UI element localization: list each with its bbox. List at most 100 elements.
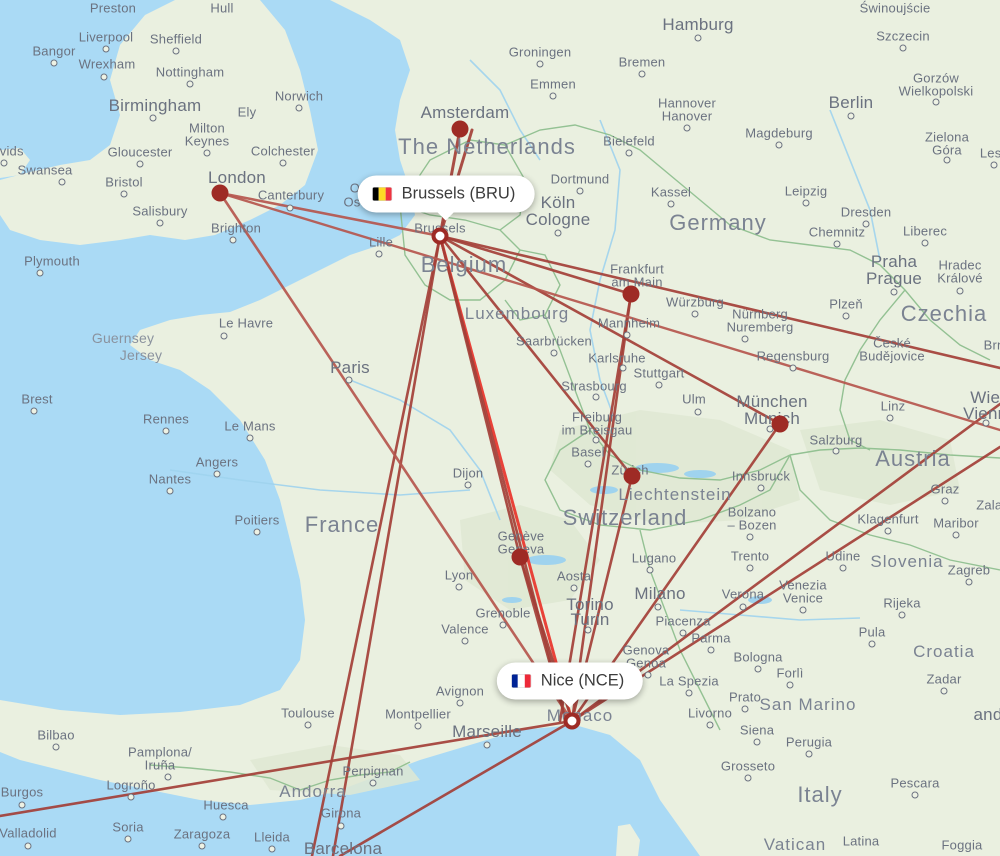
hub-marker-nice-hub[interactable] bbox=[563, 712, 581, 730]
city-dot-marker bbox=[839, 564, 847, 572]
city-dot-marker bbox=[739, 603, 747, 611]
city-dot-marker bbox=[58, 178, 66, 186]
city-dot-marker bbox=[219, 813, 227, 821]
city-dot-marker bbox=[52, 743, 60, 751]
city-dot-marker bbox=[100, 73, 108, 81]
city-dot-marker bbox=[746, 564, 754, 572]
airport-tooltip-label: Brussels (BRU) bbox=[401, 184, 516, 203]
airport-tooltip-brussels[interactable]: Brussels (BRU) bbox=[357, 175, 535, 221]
route-line[interactable] bbox=[0, 719, 574, 818]
city-dot-marker bbox=[164, 773, 172, 781]
city-dot-marker bbox=[136, 160, 144, 168]
city-dot-marker bbox=[746, 533, 754, 541]
city-dot-marker bbox=[644, 671, 652, 679]
city-dot-marker bbox=[842, 312, 850, 320]
airport-marker-zurich[interactable] bbox=[623, 467, 641, 485]
airport-marker-amsterdam[interactable] bbox=[451, 120, 469, 138]
city-dot-marker bbox=[832, 447, 840, 455]
route-line[interactable] bbox=[310, 234, 442, 856]
city-dot-marker bbox=[414, 722, 422, 730]
city-dot-marker bbox=[741, 335, 749, 343]
city-dot-marker bbox=[757, 484, 765, 492]
city-dot-marker bbox=[898, 611, 906, 619]
city-dot-marker bbox=[369, 779, 377, 787]
city-dot-marker bbox=[799, 606, 807, 614]
airport-marker-geneva[interactable] bbox=[511, 548, 529, 566]
city-dot-marker bbox=[554, 229, 562, 237]
city-dot-marker bbox=[941, 497, 949, 505]
city-dot-marker bbox=[868, 640, 876, 648]
city-dot-marker bbox=[965, 578, 973, 586]
flight-route-map[interactable]: Preston Hull Liverpool Sheffield Bangor Wrexh… bbox=[0, 0, 1000, 856]
city-dot-marker bbox=[943, 156, 951, 164]
city-dot-marker bbox=[940, 687, 948, 695]
city-dot-marker bbox=[654, 603, 662, 611]
city-dot-marker bbox=[102, 45, 110, 53]
city-dot-marker bbox=[149, 114, 157, 122]
city-dot-marker bbox=[120, 190, 128, 198]
route-line[interactable] bbox=[438, 234, 633, 296]
city-dot-marker bbox=[956, 287, 964, 295]
flag-icon-france bbox=[511, 674, 531, 688]
city-dot-marker bbox=[619, 364, 627, 372]
route-line[interactable] bbox=[218, 191, 1000, 432]
city-dot-marker bbox=[667, 200, 675, 208]
airport-marker-london[interactable] bbox=[211, 184, 229, 202]
city-dot-marker bbox=[536, 60, 544, 68]
city-dot-marker bbox=[753, 738, 761, 746]
route-line[interactable] bbox=[218, 191, 574, 723]
city-dot-marker bbox=[375, 250, 383, 258]
city-dot-marker bbox=[952, 531, 960, 539]
city-dot-marker bbox=[166, 487, 174, 495]
airport-tooltip-nice[interactable]: Nice (NCE) bbox=[496, 662, 644, 708]
city-dot-marker bbox=[172, 47, 180, 55]
route-line[interactable] bbox=[438, 234, 568, 723]
city-dot-marker bbox=[884, 527, 892, 535]
city-dot-marker bbox=[549, 92, 557, 100]
airport-marker-frankfurt[interactable] bbox=[622, 285, 640, 303]
city-dot-marker bbox=[623, 331, 631, 339]
city-dot-marker bbox=[694, 408, 702, 416]
city-dot-marker bbox=[268, 845, 276, 853]
city-dot-marker bbox=[220, 332, 228, 340]
city-dot-marker bbox=[921, 239, 929, 247]
city-dot-marker bbox=[685, 689, 693, 697]
city-dot-marker bbox=[694, 34, 702, 42]
city-dot-marker bbox=[18, 801, 26, 809]
city-dot-marker bbox=[592, 393, 600, 401]
route-line[interactable] bbox=[558, 292, 633, 723]
city-dot-marker bbox=[36, 269, 44, 277]
city-dot-marker bbox=[741, 705, 749, 713]
city-dot-marker bbox=[679, 629, 687, 637]
route-line[interactable] bbox=[438, 234, 1000, 370]
city-dot-marker bbox=[295, 104, 303, 112]
route-lines-layer bbox=[0, 127, 1000, 856]
city-dot-marker bbox=[754, 665, 762, 673]
city-dot-marker bbox=[847, 112, 855, 120]
city-dot-marker bbox=[198, 842, 206, 850]
airport-marker-munich[interactable] bbox=[771, 415, 789, 433]
city-dot-marker bbox=[833, 240, 841, 248]
route-line[interactable] bbox=[438, 234, 782, 426]
city-dot-marker bbox=[464, 481, 472, 489]
city-dot-marker bbox=[911, 791, 919, 799]
city-dot-marker bbox=[156, 219, 164, 227]
city-dot-marker bbox=[706, 721, 714, 729]
airport-tooltip-label: Nice (NCE) bbox=[540, 671, 625, 690]
route-line[interactable] bbox=[331, 234, 442, 856]
city-dot-marker bbox=[592, 436, 600, 444]
route-line[interactable] bbox=[570, 292, 633, 723]
city-dot-marker bbox=[483, 741, 491, 749]
city-dot-marker bbox=[499, 621, 507, 629]
city-dot-marker bbox=[461, 637, 469, 645]
city-dot-marker bbox=[246, 434, 254, 442]
city-dot-marker bbox=[162, 427, 170, 435]
city-dot-marker bbox=[213, 470, 221, 478]
city-dot-marker bbox=[982, 419, 990, 427]
city-dot-marker bbox=[890, 288, 898, 296]
city-dot-marker bbox=[124, 835, 132, 843]
city-dot-marker bbox=[932, 98, 940, 106]
city-dot-marker bbox=[990, 161, 998, 169]
city-dot-marker bbox=[625, 149, 633, 157]
hub-marker-brussels-hub[interactable] bbox=[431, 227, 449, 245]
